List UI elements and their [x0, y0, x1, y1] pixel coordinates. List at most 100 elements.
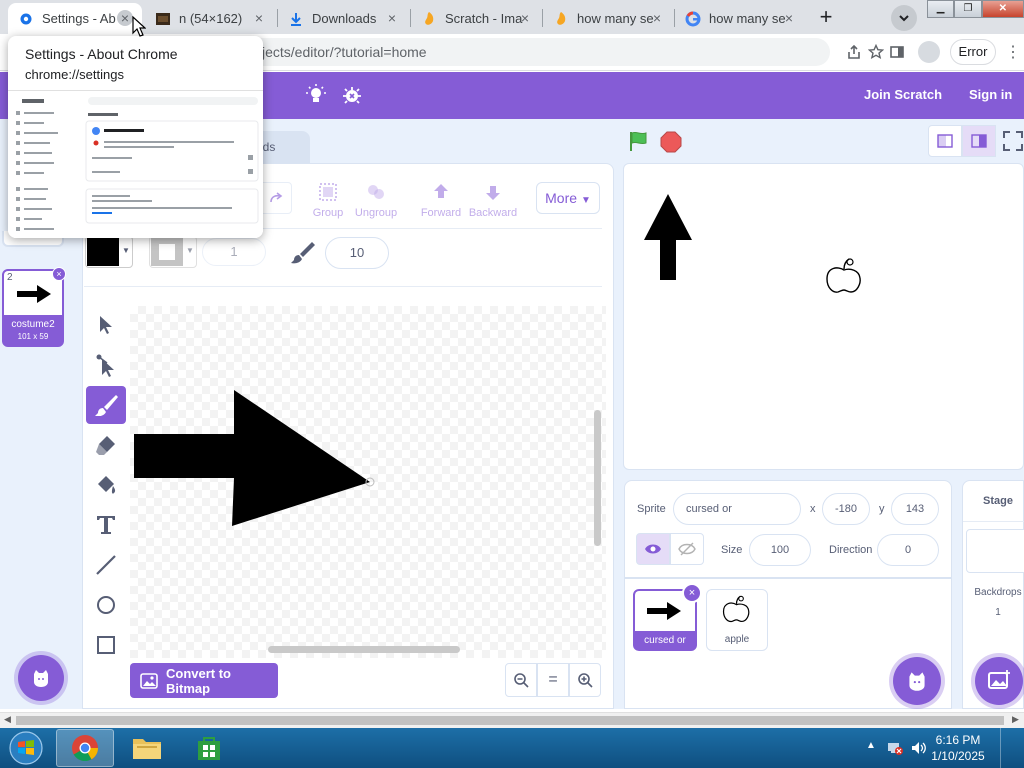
rectangle-tool[interactable] — [86, 626, 126, 664]
start-button[interactable] — [2, 729, 50, 767]
taskbar-chrome[interactable] — [56, 729, 114, 767]
close-icon[interactable]: × — [781, 10, 797, 26]
zoom-in-button[interactable] — [569, 663, 601, 697]
tab-settings[interactable]: Settings - Ab × — [8, 3, 142, 34]
y-input[interactable]: 143 — [891, 493, 939, 525]
fill-tool[interactable] — [86, 466, 126, 504]
close-icon[interactable]: × — [251, 10, 267, 26]
show-sprite-button[interactable] — [636, 533, 670, 565]
tab-search-button[interactable] — [891, 5, 917, 31]
taskbar-clock[interactable]: 6:16 PM 1/10/2025 — [928, 732, 988, 764]
x-input[interactable]: -180 — [822, 493, 870, 525]
menu-kebab-icon[interactable]: ⋮ — [1002, 41, 1024, 63]
group-button[interactable]: Group — [308, 180, 348, 219]
select-tool[interactable] — [86, 306, 126, 344]
text-tool[interactable] — [86, 506, 126, 544]
stage-pane[interactable]: Stage Backdrops 1 — [962, 480, 1024, 709]
costume-item-2[interactable]: 2 costume2 101 x 59 × — [2, 267, 66, 347]
redo-button[interactable] — [262, 182, 292, 214]
close-icon[interactable]: × — [649, 10, 665, 26]
size-input[interactable]: 100 — [749, 534, 811, 566]
address-bar[interactable]: jects/editor/?tutorial=home — [240, 38, 830, 66]
brush-size-icon — [290, 240, 316, 269]
close-icon[interactable]: × — [117, 10, 133, 26]
backdrop-thumb[interactable] — [966, 529, 1024, 573]
delete-sprite-button[interactable]: × — [682, 583, 702, 603]
sprite-name-input[interactable]: cursed or — [673, 493, 801, 525]
more-button[interactable]: More ▼ — [536, 182, 600, 214]
add-backdrop-button[interactable] — [975, 657, 1023, 705]
convert-to-bitmap-button[interactable]: Convert to Bitmap — [130, 663, 278, 698]
sprite-list: cursed or × apple — [624, 578, 952, 709]
brush-tool[interactable] — [86, 386, 126, 424]
network-error-icon[interactable] — [886, 740, 904, 761]
page-horizontal-scrollbar[interactable]: ◀ ▶ — [0, 712, 1024, 728]
close-icon[interactable]: × — [384, 10, 400, 26]
scroll-left-icon[interactable]: ◀ — [4, 714, 11, 725]
scroll-thumb[interactable] — [16, 716, 1004, 725]
sign-in-link[interactable]: Sign in — [969, 87, 1012, 102]
brush-size-input[interactable]: 10 — [325, 237, 389, 269]
scroll-right-icon[interactable]: ▶ — [1012, 714, 1019, 725]
direction-input[interactable]: 0 — [877, 534, 939, 566]
tab-hover-card: Settings - About Chrome chrome://setting… — [8, 36, 263, 238]
stop-icon[interactable] — [660, 131, 682, 158]
join-scratch-link[interactable]: Join Scratch — [864, 87, 942, 102]
maximize-button[interactable]: ❐ — [954, 0, 982, 18]
add-sprite-button[interactable] — [893, 657, 941, 705]
zoom-out-button[interactable] — [505, 663, 537, 697]
green-flag-icon[interactable] — [628, 130, 650, 157]
bookmark-star-icon[interactable] — [865, 41, 887, 63]
canvas-vertical-scrollbar[interactable] — [594, 410, 601, 546]
forward-button[interactable]: Forward — [419, 180, 463, 219]
ungroup-button[interactable]: Ungroup — [354, 180, 398, 219]
minimize-button[interactable]: ▁ — [927, 0, 955, 18]
delete-costume-button[interactable]: × — [52, 267, 66, 281]
rectangle-icon — [97, 636, 115, 654]
fullscreen-icon[interactable] — [1002, 130, 1024, 157]
volume-icon[interactable] — [910, 740, 928, 761]
eraser-tool[interactable] — [86, 426, 126, 464]
stage-canvas[interactable] — [623, 163, 1024, 470]
paint-canvas[interactable] — [130, 306, 606, 658]
outline-width-input[interactable]: 1 — [202, 238, 266, 266]
window-close-button[interactable]: ✕ — [981, 0, 1024, 18]
image-add-icon — [988, 670, 1010, 689]
side-panel-icon[interactable] — [886, 41, 908, 63]
fill-color-picker[interactable]: ▼ — [85, 236, 133, 268]
zoom-reset-button[interactable]: = — [537, 663, 569, 697]
taskbar-explorer[interactable] — [118, 729, 176, 767]
store-icon — [198, 737, 220, 760]
canvas-horizontal-scrollbar[interactable] — [268, 646, 460, 653]
error-button[interactable]: Error — [950, 39, 996, 65]
tab-image[interactable]: n (54×162) × — [145, 3, 275, 34]
taskbar-store[interactable] — [180, 729, 238, 767]
share-icon[interactable] — [843, 41, 865, 63]
arrow-right-icon — [17, 285, 51, 303]
new-tab-button[interactable]: + — [812, 4, 840, 32]
hide-sprite-button[interactable] — [670, 533, 704, 565]
backward-button[interactable]: Backward — [468, 180, 518, 219]
debug-bug-icon[interactable] — [341, 84, 363, 111]
tab-scratch-image[interactable]: Scratch - Ima × — [411, 3, 541, 34]
tab-downloads[interactable]: Downloads × — [278, 3, 408, 34]
brush-icon — [95, 395, 118, 416]
line-tool[interactable] — [86, 546, 126, 584]
add-costume-button[interactable] — [18, 655, 64, 701]
tab-scratch-forum[interactable]: how many se × — [543, 3, 673, 34]
close-icon[interactable]: × — [517, 10, 533, 26]
tab-google[interactable]: how many se × — [675, 3, 805, 34]
show-desktop-button[interactable] — [1000, 728, 1024, 768]
reshape-tool[interactable] — [86, 346, 126, 384]
show-hidden-icons-icon[interactable]: ▲ — [866, 740, 876, 751]
hovercard-title: Settings - About Chrome — [25, 46, 178, 62]
outline-color-picker[interactable]: ▼ — [149, 236, 197, 268]
normal-stage-button[interactable] — [962, 125, 996, 157]
eye-icon — [645, 544, 661, 554]
profile-avatar[interactable] — [918, 41, 940, 63]
sprite-tile-apple[interactable]: apple — [706, 589, 768, 651]
circle-tool[interactable] — [86, 586, 126, 624]
theme-lightbulb-icon[interactable] — [305, 84, 327, 111]
small-stage-button[interactable] — [928, 125, 962, 157]
sprite-tile-cursed[interactable]: cursed or × — [633, 583, 702, 651]
